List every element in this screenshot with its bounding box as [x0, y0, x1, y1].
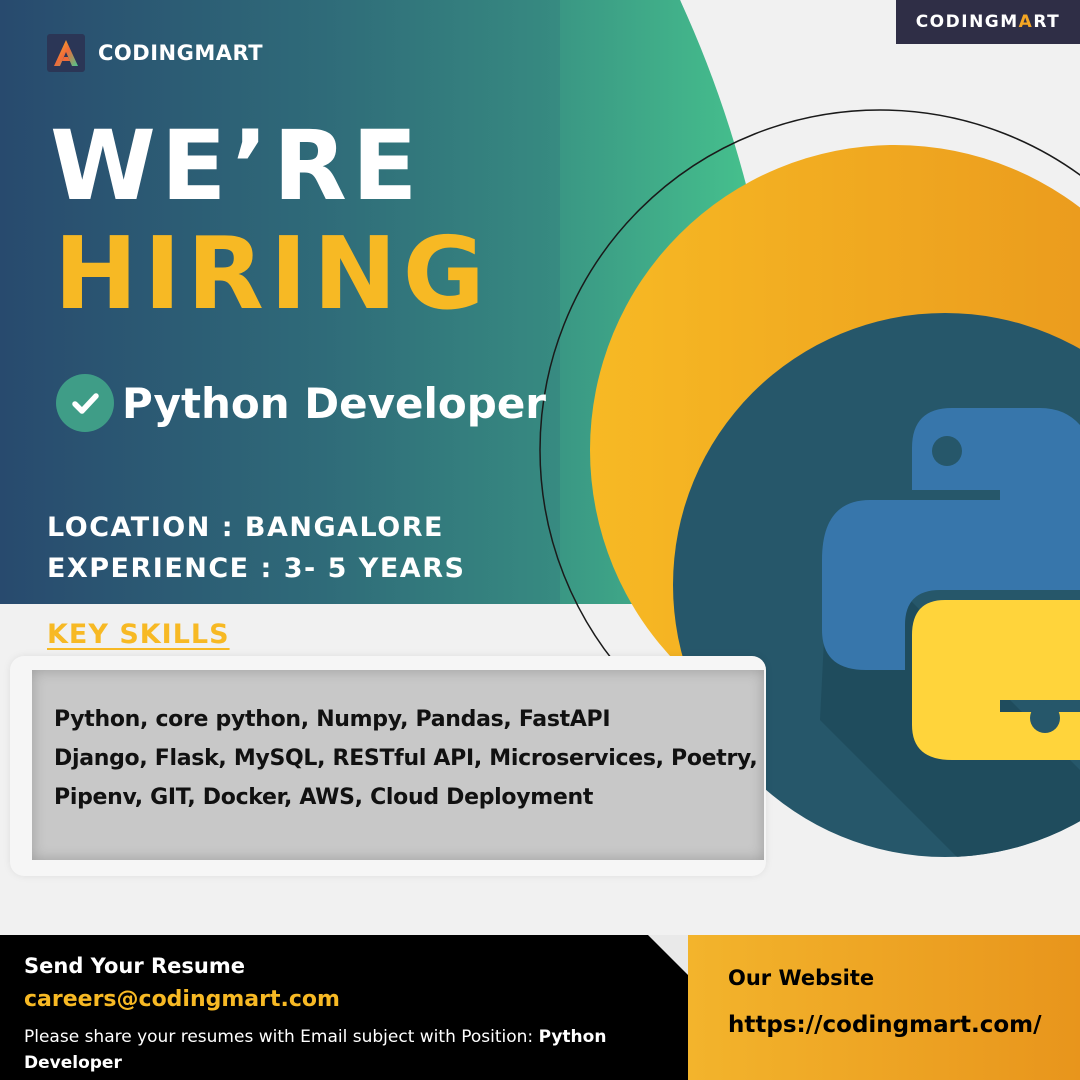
- send-resume-title: Send Your Resume: [24, 954, 245, 978]
- badge-text-suffix: RT: [1033, 12, 1061, 32]
- codingmart-logo-icon: [47, 34, 85, 72]
- brand-name: CODINGMART: [98, 41, 264, 65]
- skill-line: Pipenv, GIT, Docker, AWS, Cloud Deployme…: [54, 785, 594, 810]
- key-skills-heading: KEY SKILLS: [47, 619, 230, 650]
- headline-were: WE’RE: [50, 110, 423, 222]
- hiring-poster: CODINGM A RT CODINGMART WE’RE HIRING Pyt…: [0, 0, 1080, 1080]
- check-circle-icon: [56, 374, 114, 432]
- skill-line: Django, Flask, MySQL, RESTful API, Micro…: [54, 746, 758, 771]
- careers-email-link[interactable]: careers@codingmart.com: [24, 987, 340, 1012]
- website-title: Our Website: [728, 966, 875, 990]
- badge-text-accent: A: [1018, 12, 1034, 32]
- footer-website-panel: [688, 935, 1080, 1080]
- role: Python Developer: [56, 374, 546, 432]
- top-badge: CODINGM A RT: [896, 0, 1080, 44]
- resume-instructions-text: Please share your resumes with Email sub…: [24, 1027, 539, 1047]
- location-text: LOCATION : BANGALORE: [47, 512, 444, 543]
- experience-text: EXPERIENCE : 3- 5 YEARS: [47, 553, 466, 584]
- website-url-link[interactable]: https://codingmart.com/: [728, 1012, 1042, 1038]
- brand: CODINGMART: [47, 34, 263, 72]
- resume-instructions: Please share your resumes with Email sub…: [24, 1024, 664, 1076]
- headline-hiring: HIRING: [54, 215, 491, 332]
- badge-text-prefix: CODINGM: [915, 12, 1019, 32]
- role-title: Python Developer: [122, 378, 547, 428]
- skill-line: Python, core python, Numpy, Pandas, Fast…: [54, 707, 611, 732]
